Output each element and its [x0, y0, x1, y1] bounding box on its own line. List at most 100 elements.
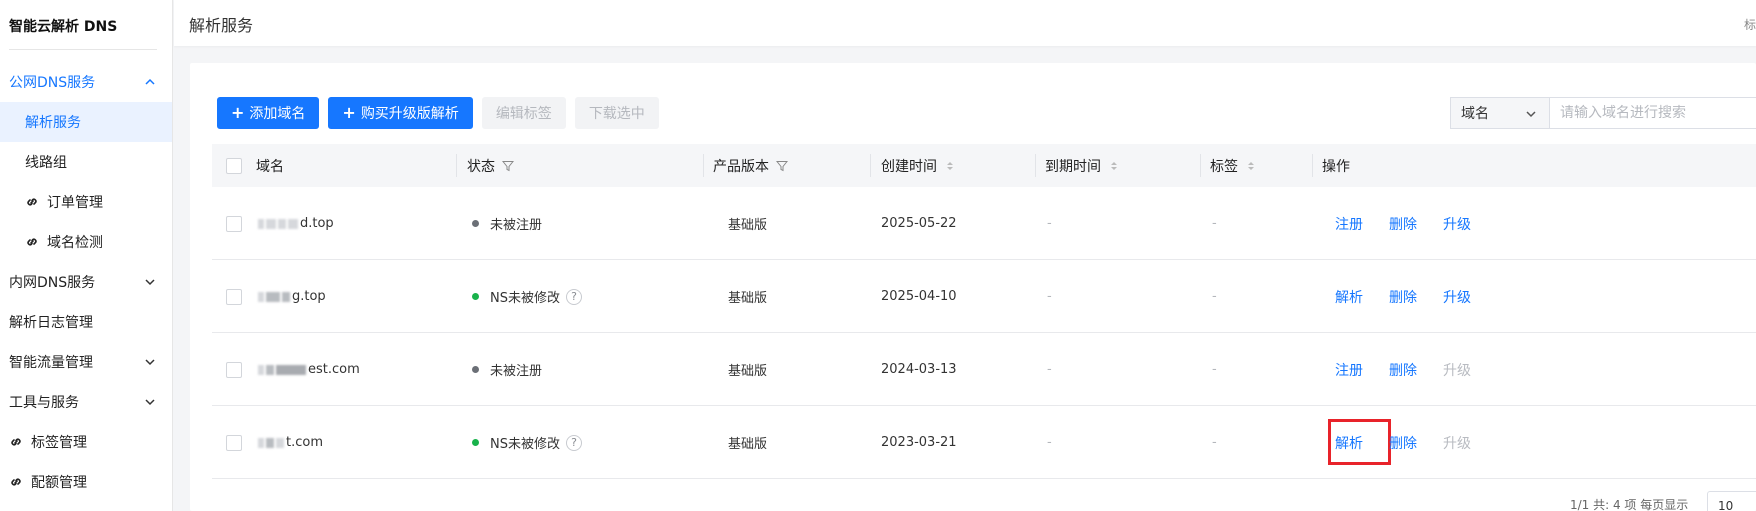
delete-link[interactable]: 删除	[1389, 187, 1417, 260]
status-cell: NS未被修改 ?	[472, 260, 582, 333]
download-selected-button[interactable]: 下载选中	[574, 97, 659, 129]
op-label: 删除	[1389, 362, 1417, 379]
delete-link[interactable]: 删除	[1389, 333, 1417, 406]
sidebar-item-public-dns[interactable]: 公网DNS服务	[0, 62, 172, 102]
row-checkbox[interactable]	[226, 288, 242, 305]
column-label: 状态	[467, 158, 495, 175]
main-panel: + 添加域名 + 购买升级版解析 编辑标签 下载选中 域名 域名 状态	[190, 63, 1756, 511]
redacted-text	[288, 218, 298, 229]
page-size-select[interactable]: 10	[1707, 491, 1756, 511]
register-link[interactable]: 注册	[1335, 333, 1363, 406]
header-right-text[interactable]: 标	[1744, 16, 1756, 33]
resolve-link[interactable]: 解析	[1335, 406, 1363, 479]
sidebar-item-traffic[interactable]: 智能流量管理	[0, 342, 172, 382]
page-size-value: 10	[1718, 499, 1734, 511]
row-select-cell	[226, 260, 242, 333]
redacted-text	[258, 291, 264, 302]
column-divider	[703, 154, 704, 177]
expires-cell: -	[1047, 406, 1052, 479]
sidebar-item-label: 配额管理	[31, 475, 87, 491]
tag-cell: -	[1212, 333, 1217, 406]
sidebar-item-label: 域名检测	[47, 235, 103, 251]
sort-icon[interactable]	[1108, 160, 1120, 172]
op-label: 注册	[1335, 362, 1363, 379]
filter-icon[interactable]	[776, 160, 788, 172]
sidebar-item-domain-check[interactable]: 域名检测	[0, 222, 172, 262]
sort-icon[interactable]	[1245, 160, 1257, 172]
expires-cell: -	[1047, 333, 1052, 406]
tag-text: -	[1212, 435, 1217, 450]
domain-cell[interactable]: est.com	[258, 333, 360, 406]
row-checkbox[interactable]	[226, 434, 242, 451]
sidebar-item-label: 智能流量管理	[9, 355, 93, 371]
sidebar-item-tags[interactable]: 标签管理	[0, 422, 172, 462]
row-select-cell	[226, 187, 242, 260]
sidebar-item-line-group[interactable]: 线路组	[0, 142, 172, 182]
op-label: 删除	[1389, 435, 1417, 452]
column-label: 操作	[1322, 158, 1350, 175]
add-domain-label: 添加域名	[249, 106, 306, 122]
add-domain-button[interactable]: + 添加域名	[217, 97, 320, 129]
tag-text: -	[1212, 289, 1217, 304]
row-checkbox[interactable]	[226, 215, 242, 232]
domain-cell[interactable]: t.com	[258, 406, 323, 479]
status-dot	[472, 366, 479, 373]
op-label: 解析	[1335, 435, 1363, 452]
sidebar-item-label: 解析日志管理	[9, 315, 93, 331]
column-label: 产品版本	[713, 158, 769, 175]
redacted-text	[266, 364, 274, 375]
search-input[interactable]	[1550, 98, 1756, 128]
created-cell: 2024-03-13	[881, 333, 957, 406]
column-header-version: 产品版本	[713, 144, 788, 187]
redacted-text	[266, 218, 276, 229]
help-icon[interactable]: ?	[565, 434, 582, 451]
column-divider	[456, 154, 457, 177]
redacted-text	[266, 291, 280, 302]
sidebar-item-resolve-log[interactable]: 解析日志管理	[0, 302, 172, 342]
op-label: 升级	[1443, 289, 1471, 306]
column-divider	[1312, 154, 1313, 177]
upgrade-link[interactable]: 升级	[1443, 187, 1471, 260]
domain-table: 域名 状态 产品版本 创建时间 到期时间 标签 操作 d.top 未被注册 基础…	[212, 144, 1756, 479]
delete-link[interactable]: 删除	[1389, 406, 1417, 479]
domain-cell[interactable]: d.top	[258, 187, 334, 260]
edit-tags-button[interactable]: 编辑标签	[481, 97, 566, 129]
column-header-expires: 到期时间	[1045, 144, 1120, 187]
row-checkbox[interactable]	[226, 361, 242, 378]
version-text: 基础版	[728, 364, 768, 379]
sidebar-item-label: 内网DNS服务	[9, 275, 96, 291]
buy-upgrade-button[interactable]: + 购买升级版解析	[328, 97, 473, 129]
sidebar-item-tools[interactable]: 工具与服务	[0, 382, 172, 422]
sidebar-item-private-dns[interactable]: 内网DNS服务	[0, 262, 172, 302]
delete-link[interactable]: 删除	[1389, 260, 1417, 333]
status-text: 未被注册	[490, 218, 543, 233]
op-label: 升级	[1443, 216, 1471, 233]
select-all-checkbox[interactable]	[226, 157, 242, 174]
sidebar-item-resolve-service[interactable]: 解析服务	[0, 102, 172, 142]
expires-cell: -	[1047, 260, 1052, 333]
sort-icon[interactable]	[944, 160, 956, 172]
help-icon[interactable]: ?	[565, 288, 582, 305]
resolve-link[interactable]: 解析	[1335, 260, 1363, 333]
tag-cell: -	[1212, 187, 1217, 260]
pagination-summary: 1/1 共: 4 项 每页显示	[1570, 498, 1689, 511]
version-text: 基础版	[728, 291, 768, 306]
column-header-actions: 操作	[1322, 144, 1350, 187]
status-text: NS未被修改	[490, 437, 560, 452]
domain-cell[interactable]: g.top	[258, 260, 326, 333]
filter-icon[interactable]	[502, 160, 514, 172]
register-link[interactable]: 注册	[1335, 187, 1363, 260]
table-row: t.com NS未被修改 ? 基础版 2023-03-21 - - 解析 删除 …	[212, 406, 1756, 479]
version-text: 基础版	[728, 437, 768, 452]
tag-text: -	[1212, 216, 1217, 231]
redacted-text	[258, 364, 264, 375]
upgrade-link[interactable]: 升级	[1443, 260, 1471, 333]
chevron-down-icon	[1526, 111, 1536, 118]
sidebar-item-quota[interactable]: 配额管理	[0, 462, 172, 502]
search-field-select[interactable]: 域名	[1451, 98, 1550, 128]
sidebar-item-label: 工具与服务	[9, 395, 79, 411]
version-cell: 基础版	[728, 406, 767, 479]
expires-cell: -	[1047, 187, 1052, 260]
sidebar-item-orders[interactable]: 订单管理	[0, 182, 172, 222]
header: 解析服务 标	[174, 0, 1756, 46]
